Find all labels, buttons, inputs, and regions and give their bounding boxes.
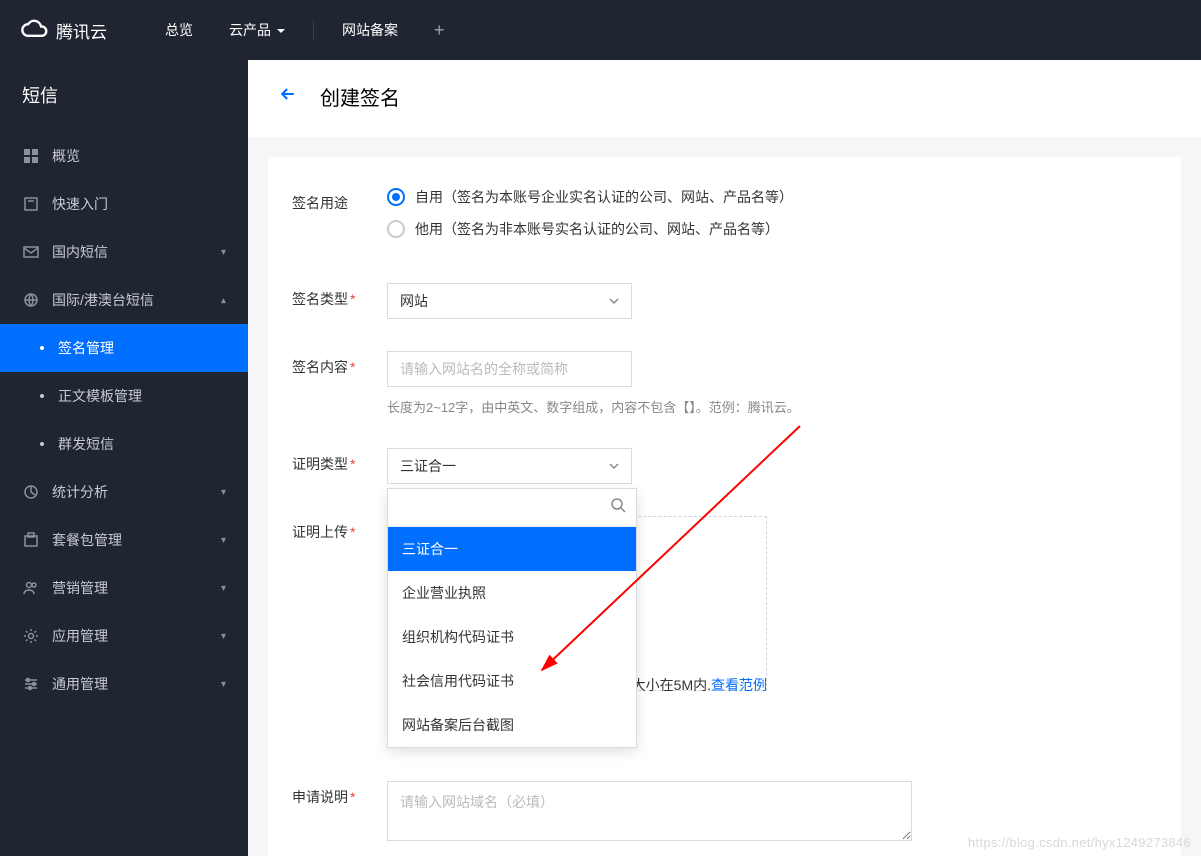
sign-content-help: 长度为2~12字，由中英文、数字组成，内容不包含【】。范例：腾讯云。 <box>387 397 1157 416</box>
select-value: 网站 <box>400 291 428 311</box>
dropdown-search <box>388 489 636 527</box>
sidebar-item-label: 应用管理 <box>52 626 221 646</box>
sign-content-input[interactable] <box>387 351 632 387</box>
sidebar-item-label: 国内短信 <box>52 242 221 262</box>
select-sign-type[interactable]: 网站 <box>387 283 632 319</box>
label-sign-type: 签名类型 <box>292 283 387 309</box>
sidebar-title: 短信 <box>0 60 248 132</box>
row-sign-type: 签名类型 网站 <box>292 283 1157 319</box>
radio-label: 自用（签名为本账号企业实名认证的公司、网站、产品名等） <box>415 187 793 207</box>
sidebar: 短信 概览 快速入门 国内短信 ▾ 国际/港澳台短信 ▾ 签名管理 正文模板管理 <box>0 60 248 856</box>
chevron-down-icon: ▾ <box>221 631 226 642</box>
label-desc: 申请说明 <box>292 781 387 807</box>
caret-down-icon <box>609 461 619 471</box>
label-cert-type: 证明类型 <box>292 448 387 474</box>
watermark: https://blog.csdn.net/hyx1249273846 <box>968 835 1191 850</box>
chevron-down-icon: ▾ <box>221 247 226 258</box>
nav-products[interactable]: 云产品 <box>211 20 303 40</box>
grid-icon <box>22 148 40 164</box>
main-content: 创建签名 签名用途 自用（签名为本账号企业实名认证的公司、网站、产品名等） 他用… <box>248 60 1201 856</box>
select-value: 三证合一 <box>400 456 456 476</box>
dropdown-option[interactable]: 三证合一 <box>388 527 636 571</box>
upload-example-link[interactable]: 查看范例 <box>711 677 767 693</box>
label-purpose: 签名用途 <box>292 187 387 213</box>
select-cert-type[interactable]: 三证合一 <box>387 448 632 484</box>
sidebar-item-app[interactable]: 应用管理 ▾ <box>0 612 248 660</box>
desc-textarea[interactable] <box>387 781 912 841</box>
topbar: 腾讯云 总览 云产品 网站备案 + <box>0 0 1201 60</box>
radio-self[interactable]: 自用（签名为本账号企业实名认证的公司、网站、产品名等） <box>387 187 1157 207</box>
chevron-up-icon: ▾ <box>221 295 226 306</box>
sidebar-item-marketing[interactable]: 营销管理 ▾ <box>0 564 248 612</box>
sidebar-item-domestic[interactable]: 国内短信 ▾ <box>0 228 248 276</box>
nav-overview[interactable]: 总览 <box>147 20 211 40</box>
caret-down-icon <box>609 296 619 306</box>
sidebar-sub-template[interactable]: 正文模板管理 <box>0 372 248 420</box>
package-icon <box>22 532 40 548</box>
radio-icon <box>387 188 405 206</box>
dropdown-search-input[interactable] <box>398 500 610 516</box>
row-purpose: 签名用途 自用（签名为本账号企业实名认证的公司、网站、产品名等） 他用（签名为非… <box>292 187 1157 251</box>
sidebar-item-overview[interactable]: 概览 <box>0 132 248 180</box>
label-sign-content: 签名内容 <box>292 351 387 377</box>
radio-other[interactable]: 他用（签名为非本账号实名认证的公司、网站、产品名等） <box>387 219 1157 239</box>
users-icon <box>22 580 40 596</box>
chevron-down-icon: ▾ <box>221 535 226 546</box>
dropdown-option[interactable]: 社会信用代码证书 <box>388 659 636 703</box>
sidebar-sub-sign[interactable]: 签名管理 <box>0 324 248 372</box>
brand-text: 腾讯云 <box>56 18 107 43</box>
sidebar-item-stats[interactable]: 统计分析 ▾ <box>0 468 248 516</box>
sidebar-item-general[interactable]: 通用管理 ▾ <box>0 660 248 708</box>
sidebar-item-label: 通用管理 <box>52 674 221 694</box>
cert-type-dropdown: 三证合一 企业营业执照 组织机构代码证书 社会信用代码证书 网站备案后台截图 <box>387 488 637 748</box>
topbar-divider <box>313 21 314 39</box>
sidebar-item-label: 群发短信 <box>58 434 114 454</box>
sidebar-sub-bulk[interactable]: 群发短信 <box>0 420 248 468</box>
arrow-left-icon <box>278 84 298 104</box>
dropdown-option[interactable]: 企业营业执照 <box>388 571 636 615</box>
chevron-down-icon: ▾ <box>221 679 226 690</box>
chart-icon <box>22 484 40 500</box>
sidebar-item-label: 快速入门 <box>52 194 226 214</box>
sidebar-item-label: 国际/港澳台短信 <box>52 290 221 310</box>
upload-size-note: 大小在5M内. <box>632 677 711 693</box>
back-button[interactable] <box>278 84 298 110</box>
sidebar-item-label: 概览 <box>52 146 226 166</box>
search-icon <box>610 497 626 518</box>
label-upload: 证明上传 <box>292 516 387 542</box>
radio-icon <box>387 220 405 238</box>
form-panel: 签名用途 自用（签名为本账号企业实名认证的公司、网站、产品名等） 他用（签名为非… <box>268 157 1181 856</box>
row-sign-content: 签名内容 长度为2~12字，由中英文、数字组成，内容不包含【】。范例：腾讯云。 <box>292 351 1157 416</box>
brand-logo[interactable]: 腾讯云 <box>20 16 107 44</box>
sidebar-item-quickstart[interactable]: 快速入门 <box>0 180 248 228</box>
row-cert-type: 证明类型 三证合一 三证合一 企业营业执 <box>292 448 1157 484</box>
gear-icon <box>22 628 40 644</box>
sidebar-item-label: 统计分析 <box>52 482 221 502</box>
bullet-icon <box>40 442 44 446</box>
bullet-icon <box>40 346 44 350</box>
chevron-down-icon: ▾ <box>221 487 226 498</box>
bullet-icon <box>40 394 44 398</box>
sidebar-item-label: 套餐包管理 <box>52 530 221 550</box>
dropdown-option[interactable]: 网站备案后台截图 <box>388 703 636 747</box>
sidebar-item-package[interactable]: 套餐包管理 ▾ <box>0 516 248 564</box>
sliders-icon <box>22 676 40 692</box>
sidebar-item-label: 正文模板管理 <box>58 386 142 406</box>
sidebar-item-label: 签名管理 <box>58 338 114 358</box>
cloud-icon <box>20 16 48 44</box>
dropdown-option[interactable]: 组织机构代码证书 <box>388 615 636 659</box>
radio-label: 他用（签名为非本账号实名认证的公司、网站、产品名等） <box>415 219 779 239</box>
nav-beian[interactable]: 网站备案 <box>324 20 416 40</box>
chevron-down-icon: ▾ <box>221 583 226 594</box>
sidebar-item-label: 营销管理 <box>52 578 221 598</box>
page-header: 创建签名 <box>248 60 1201 137</box>
sidebar-item-intl[interactable]: 国际/港澳台短信 ▾ <box>0 276 248 324</box>
topbar-add-icon[interactable]: + <box>416 20 463 41</box>
page-title: 创建签名 <box>320 82 400 111</box>
globe-icon <box>22 292 40 308</box>
mail-icon <box>22 244 40 260</box>
book-icon <box>22 196 40 212</box>
